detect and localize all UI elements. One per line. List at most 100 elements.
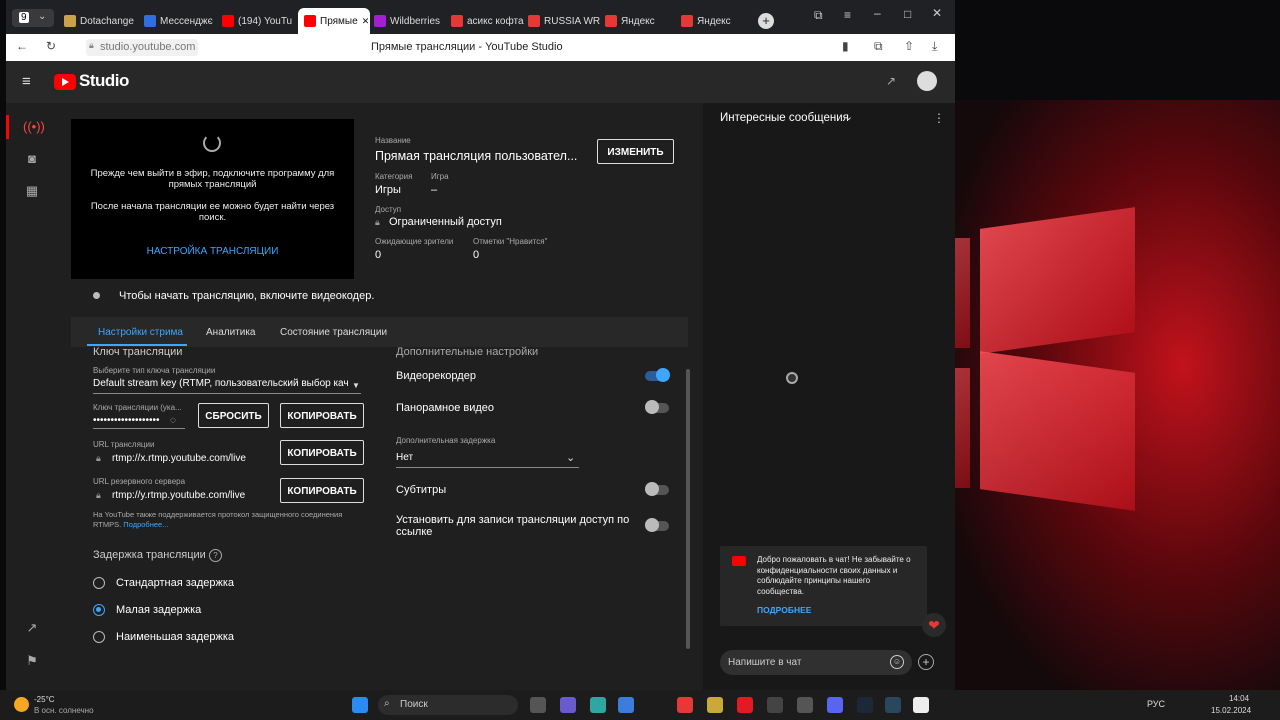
bookmarks-icon[interactable]: ⧉ — [814, 8, 823, 23]
more-link[interactable]: Подробнее... — [123, 520, 168, 529]
tab-stream-settings[interactable]: Настройки стрима — [98, 327, 183, 338]
visibility-off-icon[interactable]: ◌ — [170, 415, 176, 426]
latency-label-low: Малая задержка — [116, 604, 202, 616]
app-icon[interactable] — [707, 697, 723, 713]
more-vert-icon[interactable]: ⋮ — [933, 111, 945, 125]
chat-mode-select[interactable]: Интересные сообщения — [720, 112, 849, 124]
pano-toggle[interactable] — [645, 400, 669, 414]
key-label: Ключ трансляции (ука... — [93, 403, 182, 412]
calendar-icon[interactable]: ▦ — [23, 183, 41, 201]
copy-url-button[interactable]: КОПИРОВАТЬ — [280, 440, 364, 465]
notice-more-link[interactable]: ПОДРОБНЕЕ — [757, 605, 811, 615]
store-icon[interactable] — [618, 697, 634, 713]
chevron-down-icon: ⌄ — [38, 11, 47, 22]
favicon-icon — [605, 15, 617, 27]
maximize-icon[interactable]: □ — [904, 7, 911, 21]
tab-stream-health[interactable]: Состояние трансляции — [280, 327, 387, 338]
bookmark-icon[interactable]: ▮ — [842, 39, 849, 53]
download-icon[interactable]: ⤓ — [932, 39, 937, 54]
game-icon[interactable] — [767, 697, 783, 713]
tab-label: Яндекс — [621, 15, 655, 27]
link-access-label: Установить для записи трансляции доступ … — [396, 514, 630, 538]
menu-icon[interactable]: ≡ — [844, 8, 851, 22]
backup-url-field[interactable]: rtmp://y.rtmp.youtube.com/live — [112, 490, 250, 505]
steam-icon-2[interactable] — [885, 697, 901, 713]
close-icon[interactable]: ✕ — [932, 6, 942, 20]
extra-delay-select[interactable]: Нет — [396, 452, 579, 468]
browser-tab[interactable]: Яндекс — [605, 8, 677, 34]
avatar[interactable] — [917, 71, 937, 91]
share-icon[interactable]: ⇧ — [904, 39, 914, 53]
settings-tabs: Настройки стрима Аналитика Состояние тра… — [71, 317, 688, 347]
yandex-icon[interactable] — [677, 697, 693, 713]
add-icon[interactable]: + — [918, 654, 934, 670]
help-icon[interactable]: ? — [209, 549, 222, 562]
latency-radio-normal[interactable] — [93, 577, 105, 589]
wot-icon[interactable] — [797, 697, 813, 713]
link-access-toggle[interactable] — [645, 518, 669, 532]
hamburger-icon[interactable]: ≡ — [22, 73, 31, 90]
edge-icon[interactable] — [590, 697, 606, 713]
browser-tab[interactable]: Прямые ✕ — [298, 8, 370, 34]
feedback-icon[interactable]: ⚑ — [23, 653, 41, 671]
category-label: Категория — [375, 172, 413, 181]
back-icon[interactable]: ← — [16, 39, 28, 53]
live-icon[interactable]: ((•)) — [23, 119, 45, 137]
chat-input[interactable]: Напишите в чат ☺ — [720, 650, 912, 675]
dvr-toggle[interactable] — [645, 368, 670, 382]
collections-icon[interactable]: ⧉ — [874, 39, 883, 54]
copy-key-button[interactable]: КОПИРОВАТЬ — [280, 403, 364, 428]
game-label: Игра — [431, 172, 449, 181]
task-view-icon[interactable] — [530, 697, 546, 713]
steam-icon[interactable] — [857, 697, 873, 713]
browser-tab[interactable]: Яндекс — [681, 8, 753, 34]
url-field[interactable]: 🔒︎ studio.youtube.com — [86, 39, 198, 56]
address-bar: ← ↻ 🔒︎ studio.youtube.com Прямые трансля… — [6, 34, 955, 61]
edit-button[interactable]: ИЗМЕНИТЬ — [597, 139, 674, 164]
tab-analytics[interactable]: Аналитика — [206, 327, 256, 338]
discord-icon[interactable] — [827, 697, 843, 713]
emoji-icon[interactable]: ☺ — [890, 655, 904, 669]
share-arrow-icon[interactable]: ↗ — [886, 74, 896, 88]
rtmps-note: На YouTube также поддерживается протокол… — [93, 510, 343, 529]
language-indicator[interactable]: РУС — [1147, 699, 1165, 709]
clock-date: 15.02.2024 — [1211, 706, 1252, 715]
files-icon[interactable] — [560, 697, 576, 713]
opera-icon[interactable] — [737, 697, 753, 713]
reload-icon[interactable]: ↻ — [46, 39, 56, 53]
select-arrow-icon: ▼ — [352, 381, 360, 390]
heart-reaction-icon[interactable]: ❤︎ — [922, 613, 946, 637]
access-label: Доступ — [375, 205, 402, 214]
browser-tab[interactable]: RUSSIA WR — [528, 8, 601, 34]
preview-message: Прежде чем выйти в эфир, подключите прог… — [90, 168, 335, 190]
likes-value: 0 — [473, 249, 480, 261]
key-type-select[interactable]: Default stream key (RTMP, пользовательск… — [93, 378, 361, 394]
browser-tab[interactable]: Мессенджє — [144, 8, 218, 34]
subtitles-toggle[interactable] — [645, 482, 669, 496]
youtube-logo-icon[interactable] — [54, 74, 76, 90]
waiting-value: 0 — [375, 249, 382, 261]
browser-tab[interactable]: Dotachange — [64, 8, 140, 34]
favicon-icon — [222, 15, 234, 27]
taskbar-search[interactable]: ⌕ Поиск — [378, 695, 518, 715]
weather-sun-icon[interactable] — [14, 697, 29, 712]
stream-url-field[interactable]: rtmp://x.rtmp.youtube.com/live — [112, 453, 250, 468]
windows-start-icon[interactable] — [352, 697, 368, 713]
new-tab-icon[interactable]: + — [758, 13, 774, 29]
minimize-icon[interactable]: – — [874, 6, 881, 20]
scrollbar[interactable] — [686, 369, 690, 649]
external-link-icon[interactable]: ↗ — [23, 620, 41, 638]
browser-tab[interactable]: Wildberries — [374, 8, 447, 34]
latency-radio-ultralow[interactable] — [93, 631, 105, 643]
browser-tab[interactable]: (194) YouTu — [222, 8, 294, 34]
copy-backup-button[interactable]: КОПИРОВАТЬ — [280, 478, 364, 503]
latency-radio-low[interactable] — [93, 604, 105, 616]
latency-label-ultralow: Наименьшая задержка — [116, 631, 234, 643]
yandex-browser-icon[interactable] — [913, 697, 929, 713]
close-tab-icon[interactable]: ✕ — [362, 16, 370, 27]
tab-count-badge[interactable]: 9 ⌄ — [12, 9, 54, 27]
camera-icon[interactable]: ◙ — [23, 151, 41, 169]
setup-link[interactable]: НАСТРОЙКА ТРАНСЛЯЦИИ — [85, 246, 340, 257]
browser-tab[interactable]: асикс кофта — [451, 8, 524, 34]
reset-button[interactable]: СБРОСИТЬ — [198, 403, 269, 428]
